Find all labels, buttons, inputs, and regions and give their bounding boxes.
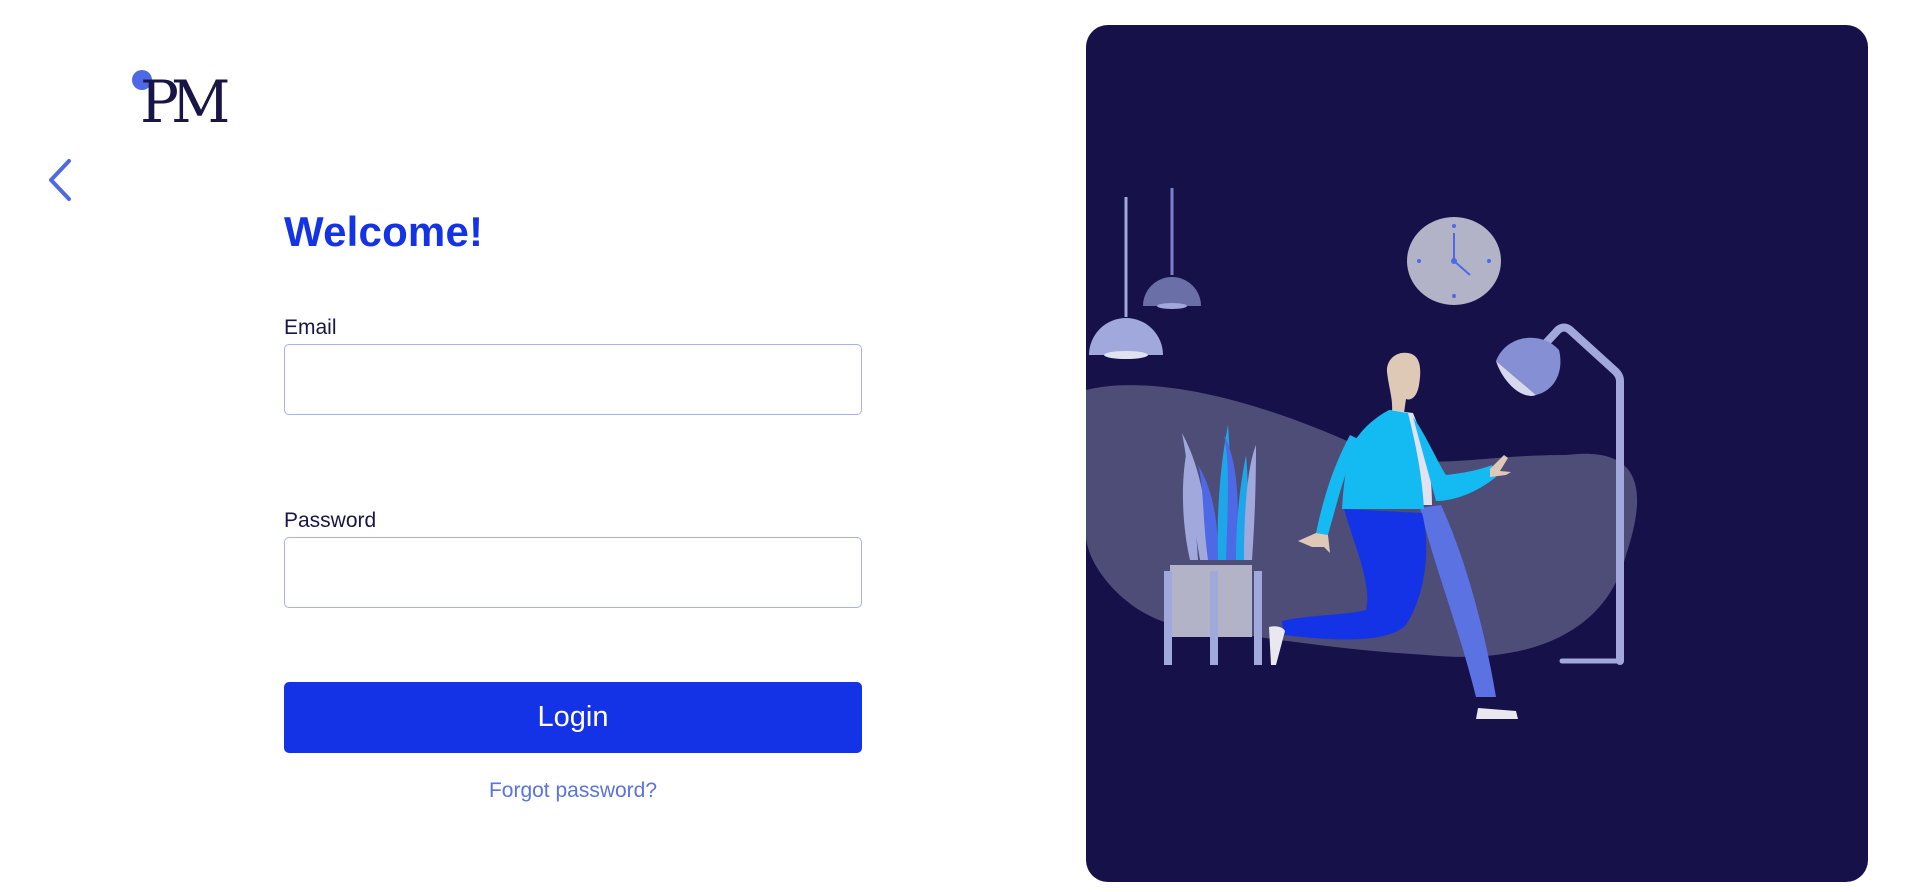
chevron-left-icon bbox=[49, 159, 71, 201]
login-form: Welcome! Email Password Login Forgot pas… bbox=[284, 204, 862, 803]
illustration-panel bbox=[1086, 25, 1868, 882]
email-field[interactable] bbox=[284, 344, 862, 415]
forgot-password-link[interactable]: Forgot password? bbox=[284, 779, 862, 803]
logo-lettering: PM bbox=[140, 68, 228, 128]
wall-clock-icon bbox=[1407, 217, 1501, 305]
pendant-lamp-icon bbox=[1143, 188, 1201, 309]
back-button[interactable] bbox=[42, 156, 78, 204]
login-page: PM Welcome! Email Password Login Forgot … bbox=[0, 0, 1920, 892]
password-label: Password bbox=[284, 509, 377, 532]
pendant-lamp-icon bbox=[1089, 197, 1163, 359]
page-title: Welcome! bbox=[284, 208, 484, 255]
email-label: Email bbox=[284, 316, 337, 339]
login-button[interactable]: Login bbox=[284, 682, 862, 753]
brand-logo: PM bbox=[130, 66, 240, 136]
office-illustration bbox=[1086, 188, 1638, 719]
password-field[interactable] bbox=[284, 537, 862, 608]
